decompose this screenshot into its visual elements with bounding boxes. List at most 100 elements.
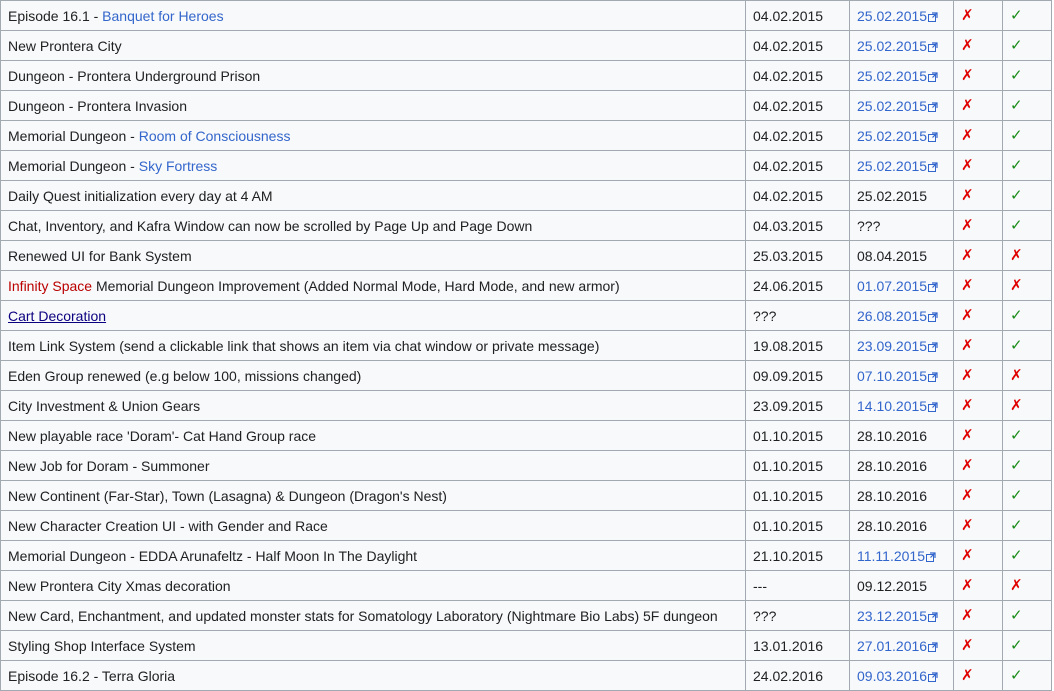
iro-date-cell: 23.09.2015: [849, 330, 954, 361]
table-row: Eden Group renewed (e.g below 100, missi…: [0, 360, 1052, 391]
iro-date-cell: 28.10.2016: [849, 420, 954, 451]
kro-date-cell: ???: [745, 300, 850, 331]
status-cell-2: ✗: [1002, 570, 1052, 601]
feature-cell: Chat, Inventory, and Kafra Window can no…: [0, 210, 746, 241]
status-mark-1: ✗: [961, 247, 974, 264]
iro-date-cell: 07.10.2015: [849, 360, 954, 391]
iro-date: 28.10.2016: [857, 487, 928, 504]
kro-date-cell: 24.02.2016: [745, 660, 850, 691]
kro-date: 21.10.2015: [753, 547, 824, 564]
kro-date-cell: ???: [745, 600, 850, 631]
iro-date-cell: ???: [849, 210, 954, 241]
table-row: Dungeon - Prontera Underground Prison 04…: [0, 60, 1052, 91]
status-cell-1: ✗: [953, 540, 1003, 571]
feature-text: Dungeon - Prontera Invasion: [8, 97, 187, 114]
status-cell-2: ✓: [1002, 30, 1052, 61]
status-mark-2: ✓: [1010, 487, 1023, 504]
status-cell-1: ✗: [953, 330, 1003, 361]
feature-text: Episode 16.2 - Terra Gloria: [8, 667, 176, 684]
iro-date-cell: 28.10.2016: [849, 510, 954, 541]
kro-date-cell: 09.09.2015: [745, 360, 850, 391]
feature-cell: Memorial Dungeon - Room of Consciousness: [0, 120, 746, 151]
iro-date-cell: 26.08.2015: [849, 300, 954, 331]
iro-date[interactable]: 25.02.2015: [857, 38, 927, 54]
iro-date[interactable]: 09.03.2016: [857, 668, 927, 684]
feature-cell: Dungeon - Prontera Underground Prison: [0, 60, 746, 91]
external-link-icon: [927, 368, 938, 384]
iro-date[interactable]: 01.07.2015: [857, 278, 927, 294]
status-mark-2: ✓: [1010, 607, 1023, 624]
table-row: Styling Shop Interface System 13.01.2016…: [0, 630, 1052, 661]
status-cell-2: ✓: [1002, 0, 1052, 31]
kro-date-cell: 04.03.2015: [745, 210, 850, 241]
iro-date[interactable]: 25.02.2015: [857, 158, 927, 174]
feature-text: City Investment & Union Gears: [8, 397, 201, 414]
iro-date[interactable]: 23.09.2015: [857, 338, 927, 354]
status-mark-1: ✗: [961, 337, 974, 354]
status-mark-2: ✓: [1010, 637, 1023, 654]
feature-cell: New Character Creation UI - with Gender …: [0, 510, 746, 541]
table-row: Cart Decoration ??? 26.08.2015 ✗ ✓: [0, 300, 1052, 331]
kro-date-cell: 01.10.2015: [745, 480, 850, 511]
feature-text: New playable race 'Doram'- Cat Hand Grou…: [8, 427, 317, 444]
kro-date: 24.06.2015: [753, 277, 824, 294]
status-mark-1: ✗: [961, 97, 974, 114]
kro-date: 25.03.2015: [753, 247, 824, 264]
iro-date[interactable]: 27.01.2016: [857, 638, 927, 654]
iro-date[interactable]: 25.02.2015: [857, 68, 927, 84]
iro-date-cell: 25.02.2015: [849, 180, 954, 211]
iro-date-cell: 23.12.2015: [849, 600, 954, 631]
status-cell-1: ✗: [953, 570, 1003, 601]
table-row: Memorial Dungeon - Sky Fortress 04.02.20…: [0, 150, 1052, 181]
status-mark-1: ✗: [961, 127, 974, 144]
status-cell-1: ✗: [953, 210, 1003, 241]
status-mark-2: ✓: [1010, 307, 1023, 324]
table-row: Infinity Space Memorial Dungeon Improvem…: [0, 270, 1052, 301]
kro-date-cell: 24.06.2015: [745, 270, 850, 301]
iro-date[interactable]: 25.02.2015: [857, 128, 927, 144]
iro-date[interactable]: 14.10.2015: [857, 398, 927, 414]
iro-date[interactable]: 11.11.2015: [857, 548, 925, 564]
kro-date: 23.09.2015: [753, 397, 824, 414]
status-cell-2: ✗: [1002, 360, 1052, 391]
iro-date[interactable]: 26.08.2015: [857, 308, 927, 324]
feature-text[interactable]: Sky Fortress: [139, 158, 218, 174]
feature-text: Chat, Inventory, and Kafra Window can no…: [8, 217, 533, 234]
feature-text[interactable]: Infinity Space: [8, 278, 92, 294]
external-link-icon: [925, 548, 936, 564]
status-mark-1: ✗: [961, 367, 974, 384]
status-mark-1: ✗: [961, 37, 974, 54]
status-cell-1: ✗: [953, 150, 1003, 181]
status-cell-2: ✓: [1002, 420, 1052, 451]
status-cell-1: ✗: [953, 120, 1003, 151]
kro-date: 04.02.2015: [753, 67, 824, 84]
kro-date-cell: 04.02.2015: [745, 120, 850, 151]
kro-date: 04.02.2015: [753, 7, 824, 24]
iro-date-cell: 27.01.2016: [849, 630, 954, 661]
status-cell-1: ✗: [953, 450, 1003, 481]
status-cell-1: ✗: [953, 60, 1003, 91]
iro-date[interactable]: 25.02.2015: [857, 8, 927, 24]
feature-text[interactable]: Cart Decoration: [8, 308, 106, 324]
status-cell-1: ✗: [953, 30, 1003, 61]
iro-date[interactable]: 25.02.2015: [857, 98, 927, 114]
status-mark-2: ✗: [1010, 577, 1023, 594]
external-link-icon: [927, 278, 938, 294]
status-mark-2: ✓: [1010, 187, 1023, 204]
iro-date[interactable]: 23.12.2015: [857, 608, 927, 624]
iro-date: 25.02.2015: [857, 187, 928, 204]
feature-cell: New Continent (Far-Star), Town (Lasagna)…: [0, 480, 746, 511]
feature-text[interactable]: Banquet for Heroes: [102, 8, 223, 24]
external-link-icon: [927, 398, 938, 414]
iro-date: 28.10.2016: [857, 517, 928, 534]
iro-date[interactable]: 07.10.2015: [857, 368, 927, 384]
status-cell-1: ✗: [953, 0, 1003, 31]
feature-text: New Prontera City: [8, 37, 122, 54]
kro-date-cell: 04.02.2015: [745, 90, 850, 121]
feature-text[interactable]: Room of Consciousness: [139, 128, 291, 144]
iro-date-cell: 11.11.2015: [849, 540, 954, 571]
kro-date: ---: [753, 577, 767, 594]
status-mark-2: ✓: [1010, 127, 1023, 144]
feature-cell: Infinity Space Memorial Dungeon Improvem…: [0, 270, 746, 301]
status-cell-1: ✗: [953, 390, 1003, 421]
